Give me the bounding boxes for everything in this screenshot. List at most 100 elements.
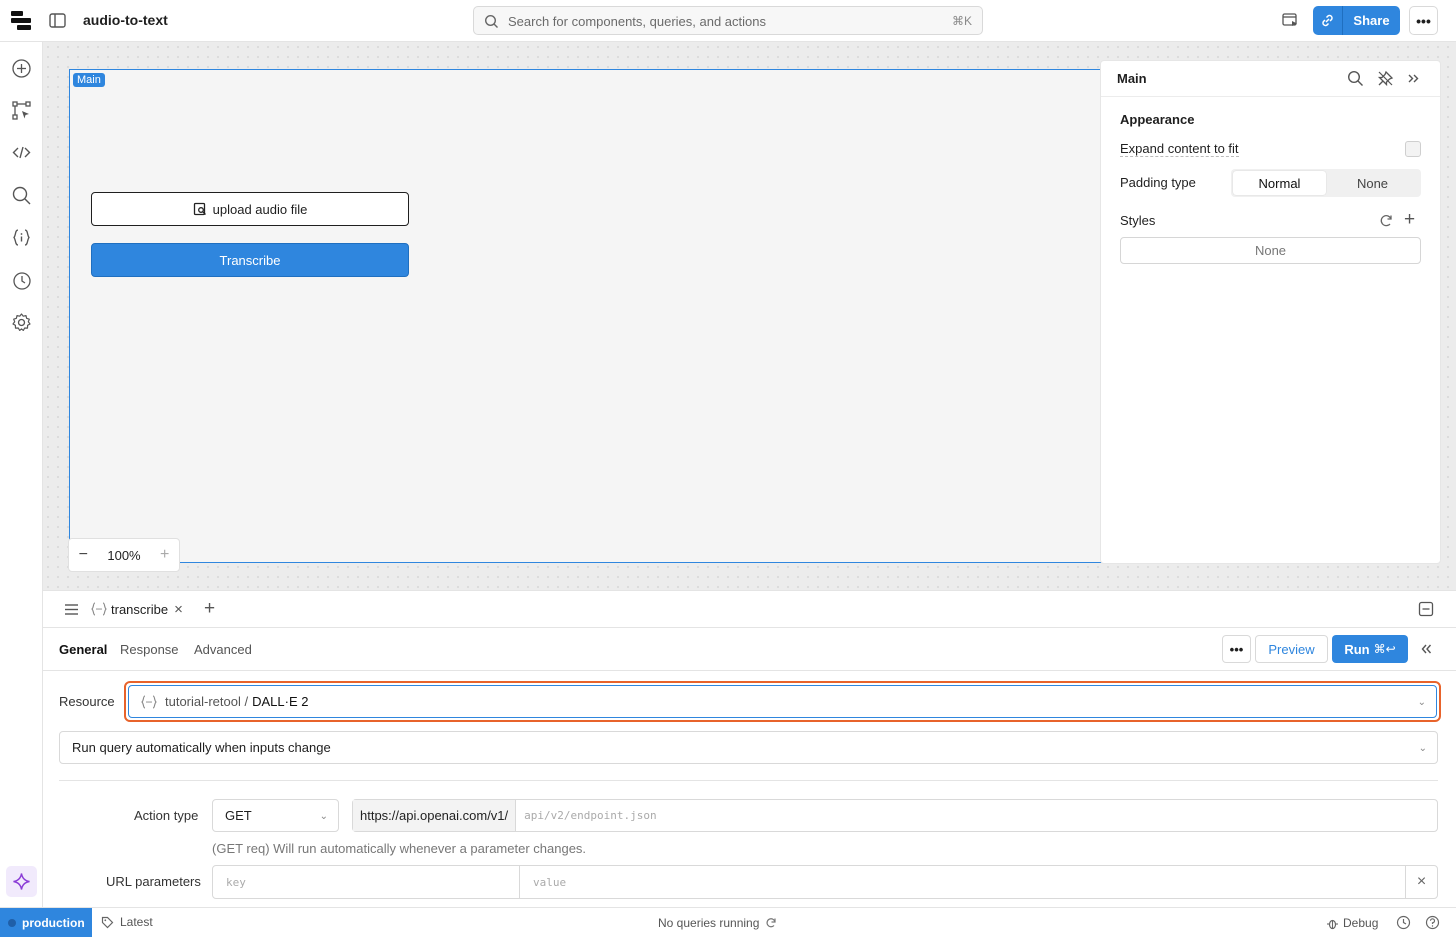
query-status: No queries running [658, 916, 777, 930]
run-trigger-select[interactable]: Run query automatically when inputs chan… [59, 731, 1438, 764]
method-value: GET [225, 808, 252, 823]
padding-segmented-control: Normal None [1231, 169, 1421, 197]
resource-icon [141, 694, 157, 709]
bug-icon [1327, 919, 1338, 929]
zoom-level: 100% [107, 547, 141, 563]
param-value-input[interactable]: value [520, 866, 1406, 898]
status-bar: production Latest No queries running Deb… [0, 907, 1456, 937]
preview-app-icon[interactable] [1281, 11, 1299, 29]
query-tabs-bar: transcribe × + [43, 591, 1456, 628]
code-icon[interactable] [11, 142, 32, 163]
trigger-value: Run query automatically when inputs chan… [72, 740, 331, 755]
padding-option-normal[interactable]: Normal [1233, 171, 1326, 195]
file-search-icon [193, 202, 206, 216]
expand-checkbox[interactable] [1405, 141, 1421, 157]
expand-label: Expand content to fit [1120, 141, 1239, 157]
method-select[interactable]: GET ⌄ [212, 799, 339, 832]
component-tree-icon[interactable] [11, 100, 32, 121]
copy-link-button[interactable] [1313, 6, 1343, 35]
history-icon[interactable] [1396, 915, 1411, 930]
section-heading: Appearance [1120, 112, 1195, 127]
query-more-button[interactable]: ••• [1222, 635, 1251, 663]
resource-select[interactable]: tutorial-retool / DALL·E 2 ⌄ [128, 685, 1437, 718]
search-shortcut: ⌘K [951, 14, 972, 28]
tab-advanced[interactable]: Advanced [194, 642, 252, 657]
environment-badge[interactable]: production [0, 908, 92, 937]
share-button[interactable]: Share [1343, 6, 1400, 35]
request-hint: (GET req) Will run automatically wheneve… [212, 841, 587, 856]
search-bar[interactable]: Search for components, queries, and acti… [473, 6, 983, 35]
version-label: Latest [120, 915, 153, 929]
main-frame[interactable]: Main upload audio file Transcribe [69, 69, 1129, 563]
frame-tag: Main [73, 73, 105, 87]
param-key-input[interactable]: key [213, 866, 520, 898]
query-type-icon [91, 602, 107, 616]
debug-button[interactable]: Debug [1326, 916, 1378, 930]
inspector-header: Main [1101, 61, 1440, 97]
more-options-button[interactable]: ••• [1409, 6, 1438, 35]
url-base: https://api.openai.com/v1/ [353, 800, 517, 831]
transcribe-button[interactable]: Transcribe [91, 243, 409, 277]
environment-label: production [22, 916, 85, 930]
tab-response[interactable]: Response [120, 642, 179, 657]
preview-button[interactable]: Preview [1255, 635, 1328, 663]
state-icon[interactable] [11, 227, 32, 248]
chevron-down-icon: ⌄ [1418, 743, 1427, 754]
app-title[interactable]: audio-to-text [83, 12, 168, 28]
inspector-panel: Main Appearance Expand content to fit Pa… [1100, 60, 1441, 564]
add-style-icon[interactable]: + [1404, 210, 1415, 229]
upload-audio-button[interactable]: upload audio file [91, 192, 409, 226]
left-rail [0, 42, 43, 907]
resource-name: DALL·E 2 [252, 694, 309, 709]
zoom-in-icon[interactable]: + [160, 546, 169, 564]
url-path-input[interactable]: api/v2/endpoint.json [516, 800, 656, 831]
add-query-icon[interactable]: + [204, 598, 215, 620]
query-status-text: No queries running [658, 916, 760, 930]
settings-gear-icon[interactable] [11, 312, 32, 333]
collapse-left-icon[interactable] [1418, 641, 1434, 657]
reset-icon[interactable] [1379, 213, 1394, 228]
styles-label: Styles [1120, 213, 1156, 228]
run-shortcut: ⌘↩ [1373, 642, 1396, 656]
version-button[interactable]: Latest [101, 915, 153, 929]
retool-logo-icon[interactable] [11, 11, 31, 32]
link-icon [1322, 14, 1333, 27]
query-tab-transcribe[interactable]: transcribe × [91, 597, 183, 621]
url-params-label: URL parameters [106, 874, 201, 889]
zoom-control: − 100% + [68, 538, 180, 572]
resource-label: Resource [59, 694, 115, 709]
search-icon[interactable] [1347, 70, 1364, 87]
chevron-down-icon: ⌄ [319, 811, 328, 822]
unpin-icon[interactable] [1377, 70, 1394, 87]
help-icon[interactable] [1425, 915, 1440, 930]
tab-general[interactable]: General [59, 642, 107, 657]
collapse-panel-icon[interactable] [1405, 70, 1422, 87]
zoom-out-icon[interactable]: − [79, 546, 88, 564]
search-icon [484, 14, 499, 29]
panel-toggle-icon[interactable] [48, 11, 67, 30]
padding-option-none[interactable]: None [1326, 171, 1419, 195]
chevron-down-icon: ⌄ [1417, 697, 1426, 708]
resource-workspace: tutorial-retool / [165, 694, 249, 709]
padding-label: Padding type [1120, 175, 1196, 190]
search-placeholder: Search for components, queries, and acti… [508, 14, 766, 29]
remove-param-icon[interactable]: × [1406, 866, 1437, 898]
history-icon[interactable] [11, 270, 32, 291]
query-list-icon[interactable] [64, 602, 79, 617]
top-bar: audio-to-text Search for components, que… [0, 0, 1456, 42]
url-field[interactable]: https://api.openai.com/v1/ api/v2/endpoi… [352, 799, 1438, 832]
upload-button-label: upload audio file [212, 201, 308, 217]
inspector-title: Main [1117, 71, 1147, 86]
close-tab-icon[interactable]: × [174, 601, 183, 618]
tag-icon [101, 916, 114, 928]
ai-assist-icon[interactable] [6, 866, 37, 897]
search-icon[interactable] [11, 185, 32, 206]
query-tab-label: transcribe [111, 601, 169, 617]
action-type-label: Action type [134, 808, 199, 823]
debug-label: Debug [1343, 916, 1379, 930]
add-component-icon[interactable] [11, 58, 32, 79]
minimize-panel-icon[interactable] [1418, 601, 1434, 617]
run-button[interactable]: Run ⌘↩ [1332, 635, 1408, 663]
styles-value[interactable]: None [1120, 237, 1421, 264]
share-group: Share [1313, 6, 1400, 35]
